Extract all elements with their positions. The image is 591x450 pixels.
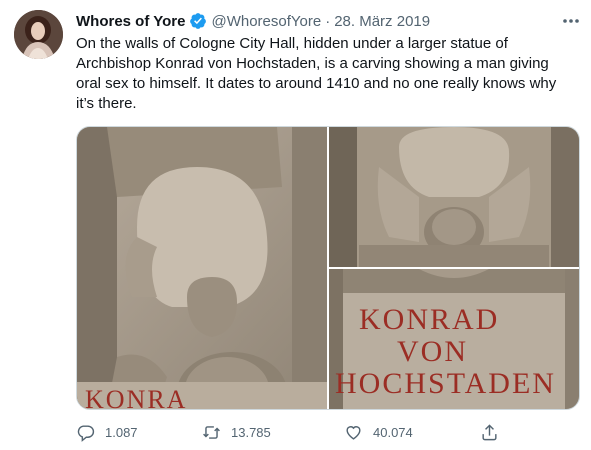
author-name[interactable]: Whores of Yore <box>76 13 185 30</box>
share-button[interactable] <box>480 420 509 444</box>
like-count: 40.074 <box>373 424 413 440</box>
retweet-count: 13.785 <box>231 424 271 440</box>
verified-badge-icon <box>189 12 207 30</box>
author-avatar[interactable] <box>14 10 63 59</box>
media-image-left[interactable]: KONRA <box>77 127 327 409</box>
tweet-text: On the walls of Cologne City Hall, hidde… <box>76 35 557 112</box>
like-button[interactable]: 40.074 <box>344 420 413 444</box>
tweet-date[interactable]: 28. März 2019 <box>334 13 430 30</box>
media-image-top-right[interactable] <box>329 127 579 267</box>
retweet-button[interactable]: 13.785 <box>202 420 271 444</box>
reply-count: 1.087 <box>105 424 138 440</box>
reply-button[interactable]: 1.087 <box>76 420 138 444</box>
media-image-bottom-right[interactable]: KONRAD VON HOCHSTADEN <box>329 269 579 409</box>
inscription-line-1: KONRAD <box>359 303 500 336</box>
heart-icon <box>344 423 363 442</box>
media-grid: KONRA KONRAD VON HOCHSTADEN <box>76 126 580 410</box>
reply-icon <box>76 423 95 442</box>
tweet-card[interactable]: Whores of Yore @WhoresofYore · 28. März … <box>0 0 591 450</box>
tweet-header: Whores of Yore @WhoresofYore · 28. März … <box>76 10 430 32</box>
left-image-inscription: KONRA <box>85 385 188 409</box>
avatar-portrait <box>14 10 63 59</box>
author-handle[interactable]: @WhoresofYore <box>211 13 321 30</box>
retweet-icon <box>202 423 221 442</box>
separator-dot: · <box>325 12 331 30</box>
inscription-line-2: VON <box>397 335 468 368</box>
tweet-actions: 1.087 13.785 40.074 <box>76 420 556 444</box>
share-icon <box>480 423 499 442</box>
inscription-line-3: HOCHSTADEN <box>335 367 556 400</box>
more-icon[interactable] <box>560 12 582 30</box>
